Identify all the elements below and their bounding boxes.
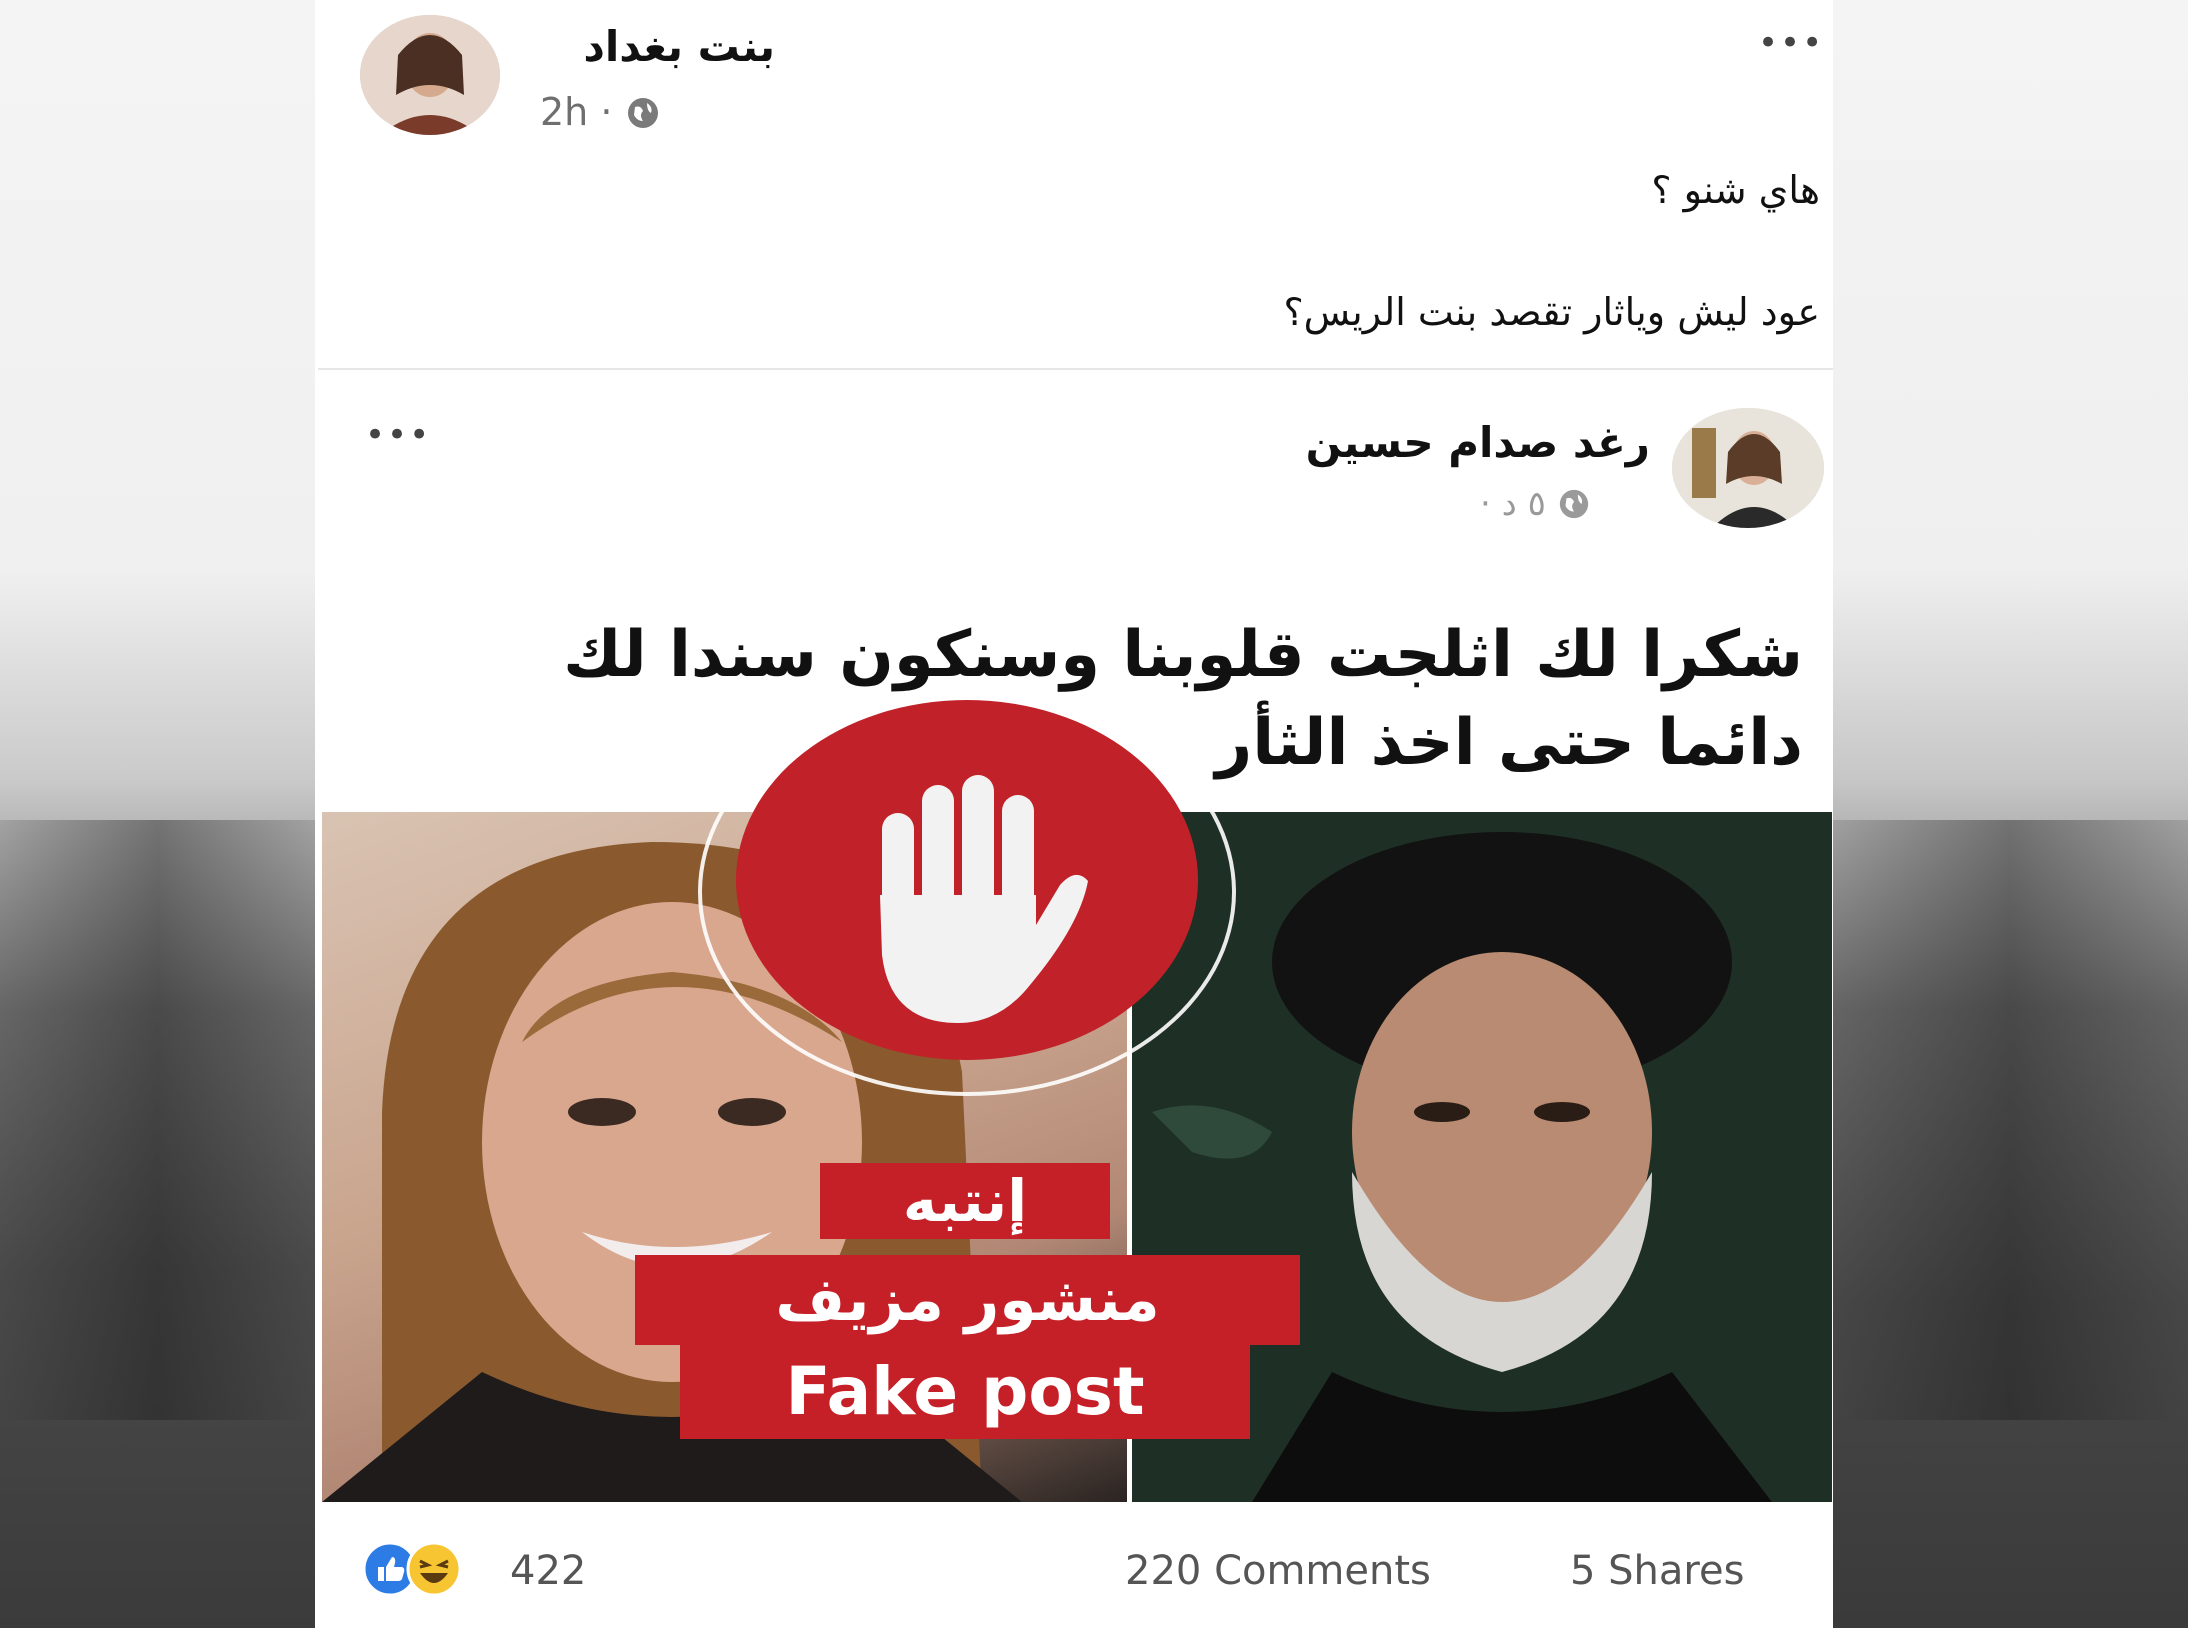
stop-hand-icon: [880, 775, 1090, 1029]
post-time-text: 2h ·: [540, 90, 613, 134]
shared-author-name[interactable]: رغد صدام حسين: [1306, 418, 1650, 467]
comments-count[interactable]: 220 Comments: [1125, 1548, 1431, 1594]
shared-post-time-text: ٥ د ·: [1480, 484, 1546, 524]
post-text-line: هاي شنو ؟: [1651, 168, 1820, 212]
headline-line: دائما حتى اخذ الثأر: [1215, 706, 1803, 780]
reaction-icons[interactable]: [362, 1541, 462, 1597]
fake-post-label-ar: منشور مزيف: [635, 1255, 1300, 1345]
divider: [318, 368, 1833, 370]
headline-line: شكرا لك اثلجت قلوبنا وسنكون سندا لك: [563, 618, 1803, 692]
post-footer: 422 220 Comments 5 Shares: [315, 1508, 1833, 1612]
reactions-count[interactable]: 422: [510, 1548, 586, 1594]
avatar[interactable]: [360, 15, 500, 135]
globe-icon: [625, 90, 661, 134]
shared-post-time: ٥ د ·: [1480, 484, 1591, 524]
shares-count[interactable]: 5 Shares: [1570, 1548, 1744, 1594]
blurred-background-left: [0, 0, 315, 1628]
globe-icon: [1546, 484, 1591, 524]
blurred-background-right: [1833, 0, 2188, 1628]
post-time: 2h ·: [540, 90, 661, 134]
haha-icon: [406, 1541, 462, 1601]
warning-label: إنتبه: [820, 1163, 1110, 1239]
author-name[interactable]: بنت بغداد: [583, 22, 775, 71]
more-options-icon[interactable]: •••: [365, 418, 431, 452]
more-options-icon[interactable]: •••: [1758, 26, 1824, 60]
fake-post-label-en: Fake post: [680, 1345, 1250, 1439]
avatar[interactable]: [1672, 408, 1824, 528]
post-text-line: عود ليش وياثار تقصد بنت الريس؟: [1283, 290, 1820, 334]
